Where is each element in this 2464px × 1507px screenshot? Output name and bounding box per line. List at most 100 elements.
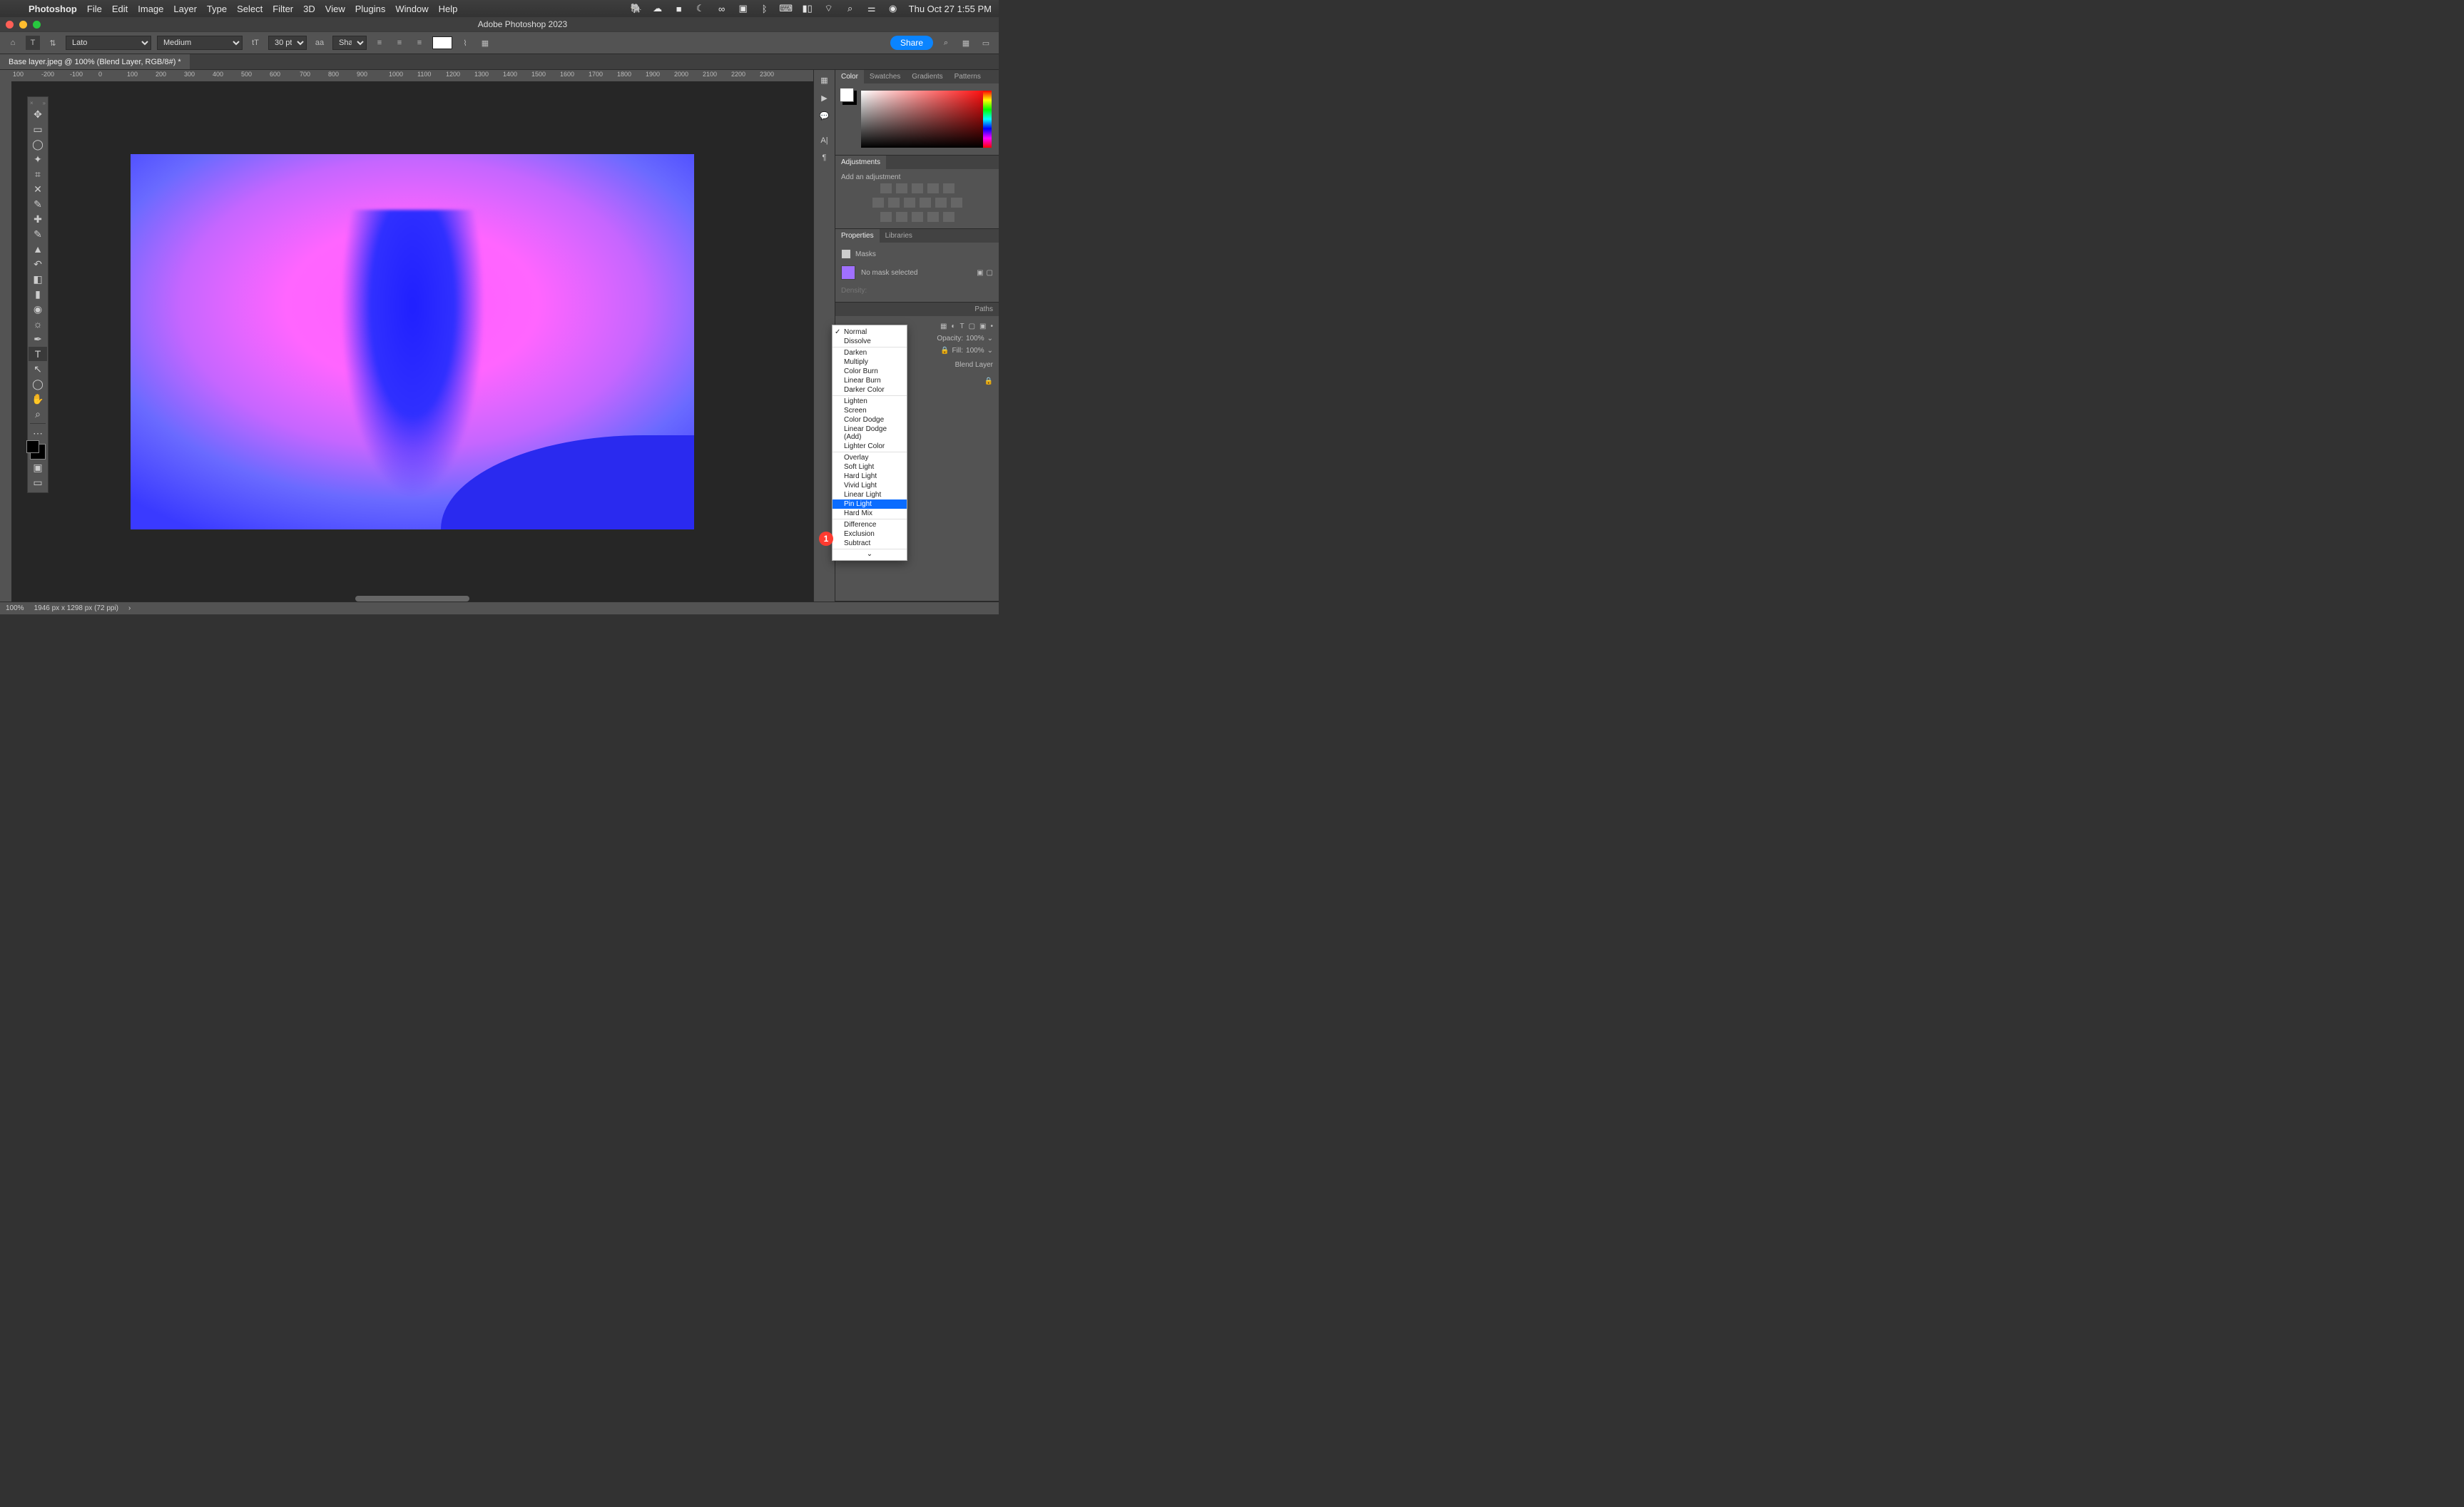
character-panel-icon[interactable]: A| xyxy=(820,136,828,145)
chevron-right-icon[interactable]: › xyxy=(128,604,131,612)
text-color-swatch[interactable] xyxy=(432,36,452,49)
invert-icon[interactable] xyxy=(880,212,892,222)
blend-mode-item[interactable]: Subtract xyxy=(833,539,907,548)
marquee-tool[interactable]: ▭ xyxy=(29,122,47,136)
type-tool-indicator-icon[interactable]: T xyxy=(26,36,40,50)
brush-tool[interactable]: ✎ xyxy=(29,227,47,241)
menu-select[interactable]: Select xyxy=(237,4,263,14)
eraser-tool[interactable]: ◧ xyxy=(29,272,47,286)
home-icon[interactable]: ⌂ xyxy=(6,36,20,50)
bluetooth-icon[interactable]: ᛒ xyxy=(759,3,770,14)
facetime-icon[interactable]: ■ xyxy=(673,3,685,14)
blend-mode-item[interactable]: Difference xyxy=(833,520,907,529)
snake-icon[interactable]: ∞ xyxy=(716,3,728,14)
blend-mode-item[interactable]: Dissolve xyxy=(833,337,907,346)
vector-mask-icon[interactable]: ▢ xyxy=(987,269,993,277)
blend-mode-item[interactable]: Linear Burn xyxy=(833,376,907,385)
eyedropper-tool[interactable]: ✎ xyxy=(29,197,47,211)
filter-adjust-icon[interactable]: ◐ xyxy=(951,323,955,330)
filter-type-icon[interactable]: T xyxy=(959,323,964,330)
selectivecolor-icon[interactable] xyxy=(927,212,939,222)
move-tool[interactable]: ✥ xyxy=(29,107,47,121)
color-tab[interactable]: Color xyxy=(835,70,864,83)
fill-value[interactable]: 100% xyxy=(966,347,984,355)
frame-icon[interactable]: ▭ xyxy=(979,36,993,50)
char-panel-icon[interactable]: ▦ xyxy=(478,36,492,50)
menu-type[interactable]: Type xyxy=(207,4,227,14)
workspace-icon[interactable]: ▦ xyxy=(959,36,973,50)
chevron-down-icon[interactable]: ⌄ xyxy=(987,347,993,355)
history-panel-icon[interactable]: ▦ xyxy=(820,76,828,85)
cloud-icon[interactable]: ☁ xyxy=(652,3,663,14)
frame-tool[interactable]: ✕ xyxy=(29,182,47,196)
align-right-icon[interactable]: ≡ xyxy=(412,36,427,50)
menu-file[interactable]: File xyxy=(87,4,102,14)
close-window-button[interactable] xyxy=(6,21,14,29)
blend-mode-item[interactable]: Darker Color xyxy=(833,385,907,395)
patterns-tab[interactable]: Patterns xyxy=(949,70,987,83)
blend-mode-item[interactable]: Exclusion xyxy=(833,529,907,539)
blend-mode-item[interactable]: Soft Light xyxy=(833,462,907,472)
ruler-vertical[interactable] xyxy=(0,81,11,602)
type-tool[interactable]: T xyxy=(29,347,47,361)
gradient-tool[interactable]: ▮ xyxy=(29,287,47,301)
minimize-window-button[interactable] xyxy=(19,21,27,29)
apple-icon[interactable] xyxy=(7,3,19,14)
comments-panel-icon[interactable]: 💬 xyxy=(820,111,830,121)
gradientmap-icon[interactable] xyxy=(943,212,954,222)
wand-tool[interactable]: ✦ xyxy=(29,152,47,166)
menu-plugins[interactable]: Plugins xyxy=(355,4,386,14)
maximize-window-button[interactable] xyxy=(33,21,41,29)
align-center-icon[interactable]: ≡ xyxy=(392,36,407,50)
swatches-tab[interactable]: Swatches xyxy=(864,70,906,83)
menu-edit[interactable]: Edit xyxy=(112,4,128,14)
blend-mode-item[interactable]: Screen xyxy=(833,406,907,415)
menubar-datetime[interactable]: Thu Oct 27 1:55 PM xyxy=(909,4,992,14)
fg-bg-swatch[interactable] xyxy=(840,88,854,102)
battery-icon[interactable]: ▮▯ xyxy=(802,3,813,14)
filter-toggle-icon[interactable]: • xyxy=(990,323,993,330)
dodge-tool[interactable]: ☼ xyxy=(29,317,47,331)
menu-view[interactable]: View xyxy=(325,4,345,14)
search-icon[interactable]: ⌕ xyxy=(939,36,953,50)
screen-mode-tool[interactable]: ▭ xyxy=(29,475,47,489)
photofilter-icon[interactable] xyxy=(920,198,931,208)
layer-name[interactable]: Blend Layer xyxy=(955,361,993,369)
quick-mask-tool[interactable]: ▣ xyxy=(29,460,47,475)
libraries-tab[interactable]: Libraries xyxy=(880,229,918,243)
filter-shape-icon[interactable]: ▢ xyxy=(969,323,975,330)
crop-tool[interactable]: ⌗ xyxy=(29,167,47,181)
opacity-value[interactable]: 100% xyxy=(966,335,984,342)
paths-tab[interactable]: Paths xyxy=(969,303,999,316)
horizontal-scrollbar[interactable] xyxy=(355,596,469,602)
controlcenter-icon[interactable]: ⚌ xyxy=(866,3,877,14)
antialias-select[interactable]: Sharp xyxy=(332,36,367,50)
blur-tool[interactable]: ◉ xyxy=(29,302,47,316)
chevron-down-icon[interactable]: ⌄ xyxy=(987,335,993,342)
canvas[interactable] xyxy=(11,81,813,602)
menu-filter[interactable]: Filter xyxy=(273,4,293,14)
keyboard-icon[interactable]: ⌨ xyxy=(780,3,792,14)
blend-mode-item[interactable]: Lighter Color xyxy=(833,442,907,451)
blend-mode-item[interactable]: Lighten xyxy=(833,397,907,406)
shape-tool[interactable]: ◯ xyxy=(29,377,47,391)
blend-mode-item[interactable]: Overlay xyxy=(833,453,907,462)
threshold-icon[interactable] xyxy=(912,212,923,222)
fg-bg-color-tool[interactable] xyxy=(30,444,46,460)
lasso-tool[interactable]: ◯ xyxy=(29,137,47,151)
align-left-icon[interactable]: ≡ xyxy=(372,36,387,50)
ruler-horizontal[interactable]: 100 -200 -100 0 100 200 300 400 500 600 … xyxy=(0,70,813,81)
font-family-select[interactable]: Lato xyxy=(66,36,151,50)
menu-3d[interactable]: 3D xyxy=(303,4,315,14)
menu-help[interactable]: Help xyxy=(439,4,458,14)
blend-mode-item[interactable]: Color Dodge xyxy=(833,415,907,425)
menu-image[interactable]: Image xyxy=(138,4,163,14)
blend-mode-item[interactable]: Linear Light xyxy=(833,490,907,499)
document-tab[interactable]: Base layer.jpeg @ 100% (Blend Layer, RGB… xyxy=(0,54,190,69)
heal-tool[interactable]: ✚ xyxy=(29,212,47,226)
blend-mode-item-highlighted[interactable]: Pin Light xyxy=(833,499,907,509)
blend-mode-item[interactable]: Color Burn xyxy=(833,367,907,376)
hue-icon[interactable] xyxy=(872,198,884,208)
hue-strip[interactable] xyxy=(983,91,992,148)
color-picker-field[interactable] xyxy=(861,91,992,148)
